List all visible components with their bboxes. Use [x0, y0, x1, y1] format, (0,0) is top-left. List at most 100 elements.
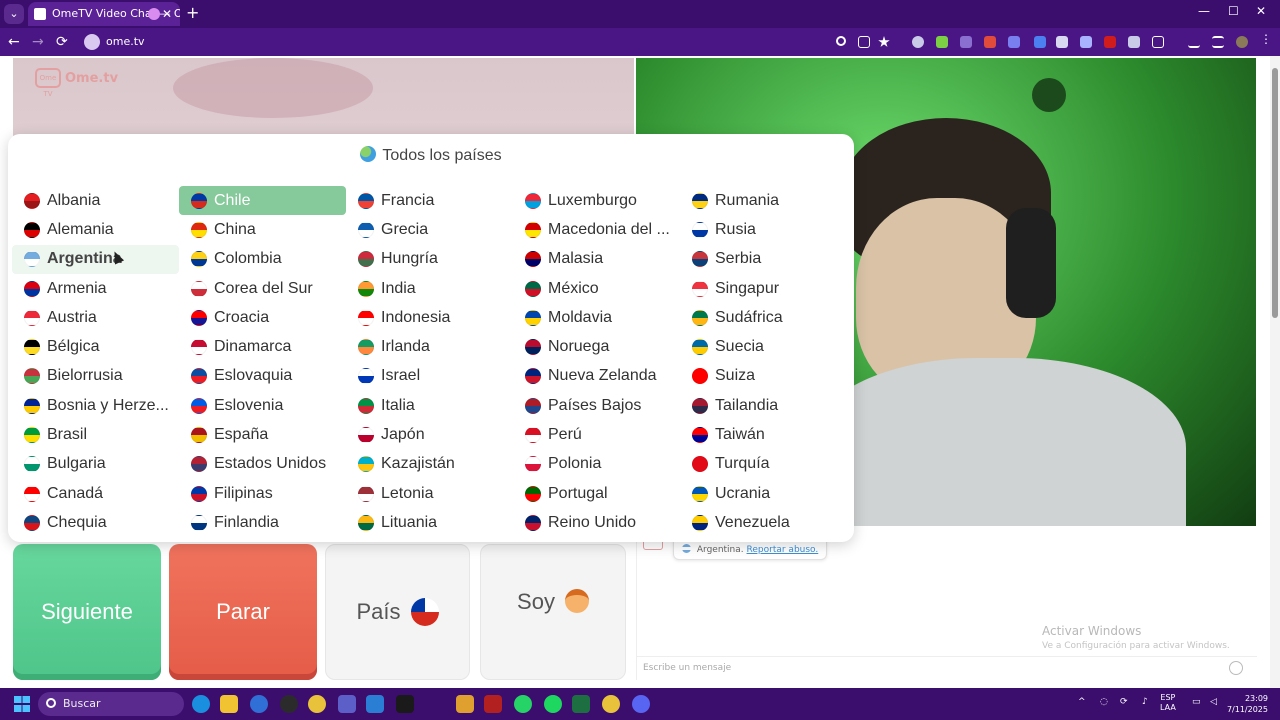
profile-avatar[interactable] [1236, 36, 1248, 48]
extensions-puzzle-icon[interactable] [1152, 36, 1164, 48]
taskbar-search[interactable]: Buscar [38, 692, 184, 716]
microphone-icon[interactable]: ♪ [1142, 697, 1148, 707]
maximize-button[interactable]: ☐ [1228, 4, 1239, 18]
country-option[interactable]: Suiza [680, 362, 847, 391]
country-option[interactable]: Moldavia [513, 303, 680, 332]
new-tab-button[interactable]: + [186, 4, 199, 22]
country-option[interactable]: Bosnia y Herze... [12, 391, 179, 420]
report-abuse-link[interactable]: Reportar abuso. [747, 545, 819, 555]
extension-3-icon[interactable] [960, 36, 972, 48]
whatsapp-icon[interactable] [514, 695, 532, 713]
app-2-icon[interactable] [456, 695, 474, 713]
country-option[interactable]: Serbia [680, 245, 847, 274]
minimize-button[interactable]: — [1198, 4, 1210, 18]
country-option[interactable]: Rumania [680, 186, 847, 215]
stop-button[interactable]: Parar [169, 544, 317, 680]
country-option[interactable]: Perú [513, 420, 680, 449]
all-countries-option[interactable]: Todos los países [8, 146, 854, 165]
country-option[interactable]: Alemania [12, 215, 179, 244]
system-clock[interactable]: 23:09 7/11/2025 [1226, 693, 1268, 715]
country-option[interactable]: India [346, 274, 513, 303]
download-icon[interactable] [1188, 36, 1200, 48]
country-option[interactable]: México [513, 274, 680, 303]
country-option[interactable]: Suecia [680, 332, 847, 361]
country-option[interactable]: Armenia [12, 274, 179, 303]
country-option[interactable]: Canadá [12, 479, 179, 508]
country-option[interactable]: España [179, 420, 346, 449]
country-option[interactable]: Nueva Zelanda [513, 362, 680, 391]
app-1-icon[interactable] [250, 695, 268, 713]
excel-icon[interactable] [572, 695, 590, 713]
tab-search-button[interactable]: ⌄ [4, 4, 24, 24]
zoom-icon[interactable] [836, 36, 846, 46]
country-option[interactable]: Estados Unidos [179, 450, 346, 479]
country-option[interactable]: Indonesia [346, 303, 513, 332]
country-option[interactable]: Noruega [513, 332, 680, 361]
extension-9-icon[interactable] [1104, 36, 1116, 48]
country-button[interactable]: País [325, 544, 470, 680]
country-option[interactable]: Argentina [12, 244, 179, 274]
country-option[interactable]: Turquía [680, 450, 847, 479]
reload-button[interactable]: ⟳ [56, 34, 68, 50]
country-option[interactable]: Francia [346, 186, 513, 215]
site-info-icon[interactable] [84, 34, 100, 50]
language-indicator[interactable]: ESP LAA [1160, 693, 1176, 713]
tray-app-icon[interactable]: ◌ [1100, 697, 1108, 707]
chrome-icon[interactable] [308, 695, 326, 713]
volume-icon[interactable]: ◁ [1210, 697, 1217, 707]
discord-icon[interactable] [632, 695, 650, 713]
country-option[interactable]: Letonia [346, 479, 513, 508]
country-option[interactable]: Macedonia del ... [513, 215, 680, 244]
country-option[interactable]: Portugal [513, 479, 680, 508]
country-option[interactable]: Tailandia [680, 391, 847, 420]
country-option[interactable]: Albania [12, 186, 179, 215]
windows-start-icon[interactable] [14, 696, 30, 712]
country-option[interactable]: Rusia [680, 215, 847, 244]
close-tab-icon[interactable]: ✕ [162, 2, 176, 26]
extension-5-icon[interactable] [1008, 36, 1020, 48]
scrollbar-thumb[interactable] [1272, 68, 1278, 318]
gender-button[interactable]: Soy [480, 544, 626, 680]
country-option[interactable]: Chequia [12, 508, 179, 537]
filezilla-icon[interactable] [484, 695, 502, 713]
file-explorer-icon[interactable] [220, 695, 238, 713]
obs-icon[interactable] [280, 695, 298, 713]
country-option[interactable]: Polonia [513, 450, 680, 479]
country-option[interactable]: Bélgica [12, 332, 179, 361]
country-option[interactable]: Filipinas [179, 479, 346, 508]
country-option[interactable]: Israel [346, 362, 513, 391]
forward-button[interactable]: → [32, 34, 44, 50]
message-input[interactable]: Escribe un mensaje [637, 656, 1257, 680]
chrome-active-icon[interactable] [602, 695, 620, 713]
country-option[interactable]: Colombia [179, 245, 346, 274]
country-option[interactable]: Bielorrusia [12, 362, 179, 391]
emoji-picker-icon[interactable] [1229, 661, 1243, 675]
extension-10-icon[interactable] [1128, 36, 1140, 48]
country-option[interactable]: Irlanda [346, 332, 513, 361]
country-option[interactable]: Singapur [680, 274, 847, 303]
country-option[interactable]: Croacia [179, 303, 346, 332]
vscode-icon[interactable] [366, 695, 384, 713]
spotify-icon[interactable] [544, 695, 562, 713]
active-tab[interactable]: OmeTV Video Chat — Ome ✕ [28, 2, 180, 26]
teams-icon[interactable] [338, 695, 356, 713]
country-option[interactable]: Taiwán [680, 420, 847, 449]
address-bar[interactable]: ome.tv [80, 31, 900, 53]
country-option[interactable]: Grecia [346, 215, 513, 244]
next-button[interactable]: Siguiente [13, 544, 161, 680]
close-window-button[interactable]: ✕ [1256, 4, 1266, 18]
terminal-icon[interactable] [396, 695, 414, 713]
extension-7-icon[interactable] [1056, 36, 1068, 48]
country-option[interactable]: Chile [179, 186, 346, 216]
country-option[interactable]: Hungría [346, 245, 513, 274]
country-option[interactable]: Ucrania [680, 479, 847, 508]
country-option[interactable]: Kazajistán [346, 450, 513, 479]
edge-icon[interactable] [192, 695, 210, 713]
cast-icon[interactable] [858, 36, 870, 48]
extension-6-icon[interactable] [1034, 36, 1046, 48]
country-option[interactable]: Eslovenia [179, 391, 346, 420]
country-option[interactable]: Dinamarca [179, 332, 346, 361]
country-option[interactable]: Reino Unido [513, 508, 680, 537]
reading-list-icon[interactable] [1212, 36, 1224, 48]
country-option[interactable]: Italia [346, 391, 513, 420]
